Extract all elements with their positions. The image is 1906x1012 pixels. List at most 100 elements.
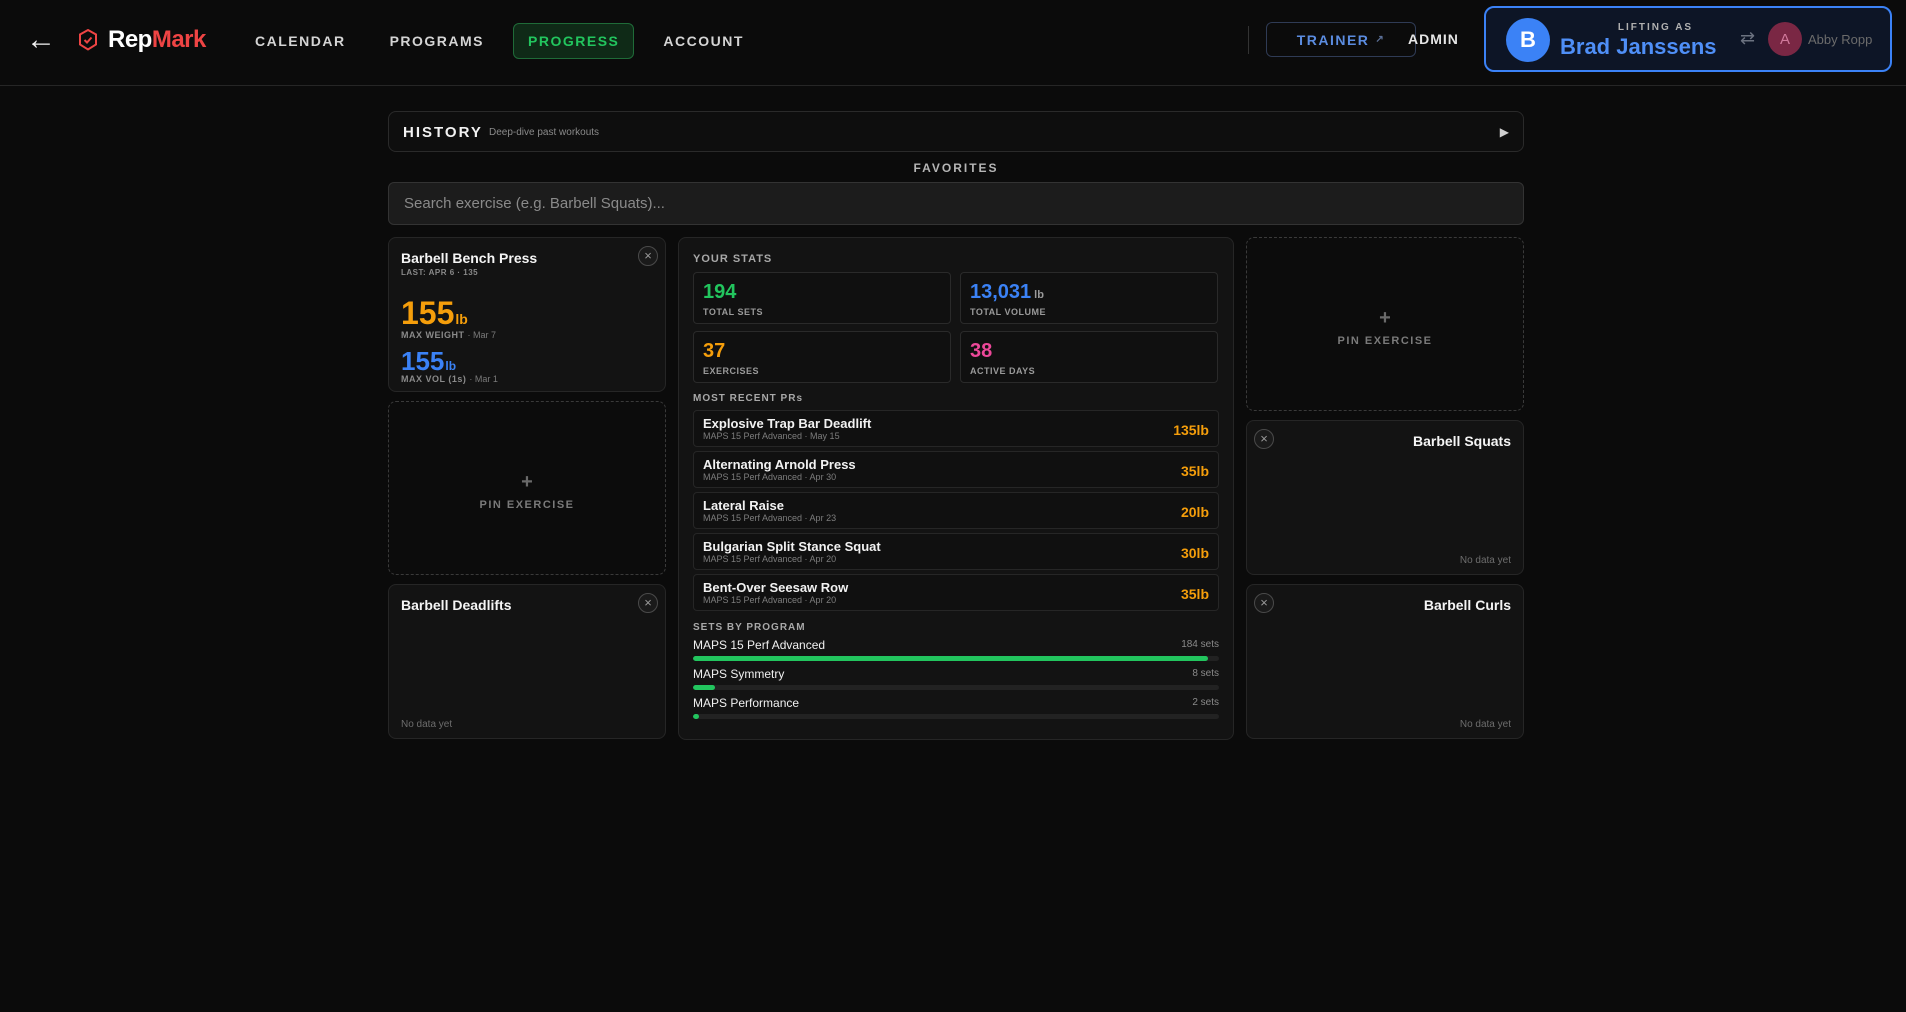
pr-exercise-name: Explosive Trap Bar Deadlift	[703, 416, 872, 431]
stat-exercises: 37 EXERCISES	[693, 331, 951, 383]
close-icon[interactable]: ×	[638, 246, 658, 266]
top-bar: ← RepMark CALENDAR PROGRAMS PROGRESS ACC…	[0, 0, 1906, 86]
brand-name: RepMark	[108, 26, 206, 54]
alt-user-avatar[interactable]: A	[1768, 22, 1802, 56]
admin-link[interactable]: ADMIN	[1408, 31, 1459, 47]
program-name: MAPS 15 Perf Advanced	[693, 638, 826, 652]
program-row: MAPS Symmetry 8 sets	[693, 667, 1219, 693]
current-user-avatar: B	[1506, 18, 1550, 62]
external-link-icon: ↗	[1375, 34, 1386, 45]
card-title: Barbell Squats	[1412, 433, 1511, 449]
pr-row[interactable]: Bulgarian Split Stance Squat MAPS 15 Per…	[693, 533, 1219, 570]
nav-account[interactable]: ACCOUNT	[648, 23, 759, 59]
max-volume-label-text: MAX VOL (1s)	[401, 374, 467, 384]
max-weight-date: · Mar 7	[467, 330, 497, 340]
stat-number: 13,031	[970, 281, 1032, 303]
main-nav: CALENDAR PROGRAMS PROGRESS ACCOUNT	[240, 23, 759, 59]
no-data-text: No data yet	[1459, 719, 1511, 730]
brand-name-mark: Mark	[151, 26, 207, 53]
card-title: Barbell Bench Press	[401, 250, 538, 266]
plus-icon: +	[1379, 307, 1391, 329]
nav-programs[interactable]: PROGRAMS	[375, 23, 499, 59]
close-icon[interactable]: ×	[638, 593, 658, 613]
program-bar-track	[693, 656, 1219, 661]
nav-calendar[interactable]: CALENDAR	[240, 23, 361, 59]
program-sets: 2 sets	[1192, 697, 1219, 708]
max-volume-value: 155lb	[401, 346, 456, 377]
favorites-label: FAVORITES	[913, 161, 999, 175]
card-last-session: LAST: APR 6 · 135	[401, 268, 479, 277]
alt-user-name[interactable]: Abby Ropp	[1808, 32, 1872, 47]
trainer-label: TRAINER	[1296, 31, 1370, 48]
pr-value: 35lb	[1180, 463, 1209, 479]
back-arrow-icon[interactable]: ←	[26, 25, 56, 55]
program-sets: 184 sets	[1181, 639, 1219, 650]
pr-meta: MAPS 15 Perf Advanced · Apr 20	[703, 595, 837, 605]
nav-progress[interactable]: PROGRESS	[513, 23, 635, 59]
max-weight-label: MAX WEIGHT · Mar 7	[401, 330, 496, 340]
pr-value: 35lb	[1180, 586, 1209, 602]
max-volume-date: · Mar 1	[469, 374, 498, 384]
card-title: Barbell Curls	[1423, 597, 1511, 613]
stat-label: TOTAL VOLUME	[970, 307, 1047, 317]
pr-value: 135lb	[1173, 422, 1209, 438]
program-bar-fill	[693, 685, 716, 690]
max-weight-unit: lb	[455, 311, 468, 327]
pr-row[interactable]: Explosive Trap Bar Deadlift MAPS 15 Perf…	[693, 410, 1219, 447]
pr-exercise-name: Lateral Raise	[703, 498, 784, 513]
recent-prs-label: MOST RECENT PRs	[693, 393, 804, 404]
max-volume-number: 155	[401, 346, 445, 376]
max-weight-label-text: MAX WEIGHT	[401, 330, 465, 340]
stat-label: EXERCISES	[703, 366, 760, 376]
no-data-text: No data yet	[401, 719, 453, 730]
stat-active-days: 38 ACTIVE DAYS	[960, 331, 1218, 383]
pr-row[interactable]: Lateral Raise MAPS 15 Perf Advanced · Ap…	[693, 492, 1219, 529]
program-name: MAPS Symmetry	[693, 667, 785, 681]
brand[interactable]: RepMark	[78, 26, 206, 54]
close-icon[interactable]: ×	[1254, 593, 1274, 613]
max-volume-label: MAX VOL (1s) · Mar 1	[401, 374, 498, 384]
history-bar[interactable]: HISTORY Deep-dive past workouts ▶	[388, 111, 1524, 152]
program-row: MAPS 15 Perf Advanced 184 sets	[693, 638, 1219, 664]
program-bar-fill	[693, 714, 699, 719]
pr-meta: MAPS 15 Perf Advanced · Apr 23	[703, 513, 837, 523]
stat-value: 194	[703, 281, 737, 303]
nav-divider	[1248, 26, 1249, 54]
stat-total-sets: 194 TOTAL SETS	[693, 272, 951, 324]
stat-label: ACTIVE DAYS	[970, 366, 1036, 376]
pr-row[interactable]: Bent-Over Seesaw Row MAPS 15 Perf Advanc…	[693, 574, 1219, 611]
exercise-search-input[interactable]	[388, 182, 1524, 225]
pr-value: 20lb	[1180, 504, 1209, 520]
plus-icon: +	[521, 471, 533, 493]
swap-user-icon[interactable]: ⇄	[1740, 28, 1758, 49]
pr-row[interactable]: Alternating Arnold Press MAPS 15 Perf Ad…	[693, 451, 1219, 488]
your-stats-panel: YOUR STATS 194 TOTAL SETS 13,031 lb TOTAL…	[678, 237, 1234, 740]
exercise-card-curls[interactable]: × Barbell Curls No data yet	[1246, 584, 1524, 739]
pr-exercise-name: Bent-Over Seesaw Row	[703, 580, 849, 595]
trainer-button[interactable]: TRAINER ↗	[1266, 22, 1416, 57]
program-bar-track	[693, 685, 1219, 690]
pin-exercise-slot[interactable]: + PIN EXERCISE	[1246, 237, 1524, 411]
close-icon[interactable]: ×	[1254, 429, 1274, 449]
expand-play-icon: ▶	[1499, 125, 1509, 139]
exercise-card-deadlifts[interactable]: Barbell Deadlifts × No data yet	[388, 584, 666, 739]
shield-logo-icon	[79, 29, 97, 51]
exercise-card-squats[interactable]: × Barbell Squats No data yet	[1246, 420, 1524, 575]
pr-meta: MAPS 15 Perf Advanced · Apr 20	[703, 554, 837, 564]
current-user-name: Brad Janssens	[1560, 34, 1717, 59]
pin-exercise-label: PIN EXERCISE	[1337, 335, 1433, 347]
program-row: MAPS Performance 2 sets	[693, 696, 1219, 722]
card-title: Barbell Deadlifts	[401, 597, 512, 613]
max-weight-value: 155lb	[401, 295, 468, 332]
sets-by-program-label: SETS BY PROGRAM	[693, 622, 806, 633]
stat-label: TOTAL SETS	[703, 307, 764, 317]
lifting-as-label: LIFTING AS	[1617, 22, 1694, 33]
stat-value: 13,031 lb	[970, 281, 1044, 304]
pin-exercise-slot[interactable]: + PIN EXERCISE	[388, 401, 666, 575]
stat-value: 37	[703, 340, 726, 362]
brand-name-rep: Rep	[108, 26, 152, 53]
pr-exercise-name: Bulgarian Split Stance Squat	[703, 539, 881, 554]
pin-exercise-label: PIN EXERCISE	[479, 499, 575, 511]
max-volume-unit: lb	[445, 359, 457, 373]
exercise-card-bench-press[interactable]: Barbell Bench Press × LAST: APR 6 · 135 …	[388, 237, 666, 392]
